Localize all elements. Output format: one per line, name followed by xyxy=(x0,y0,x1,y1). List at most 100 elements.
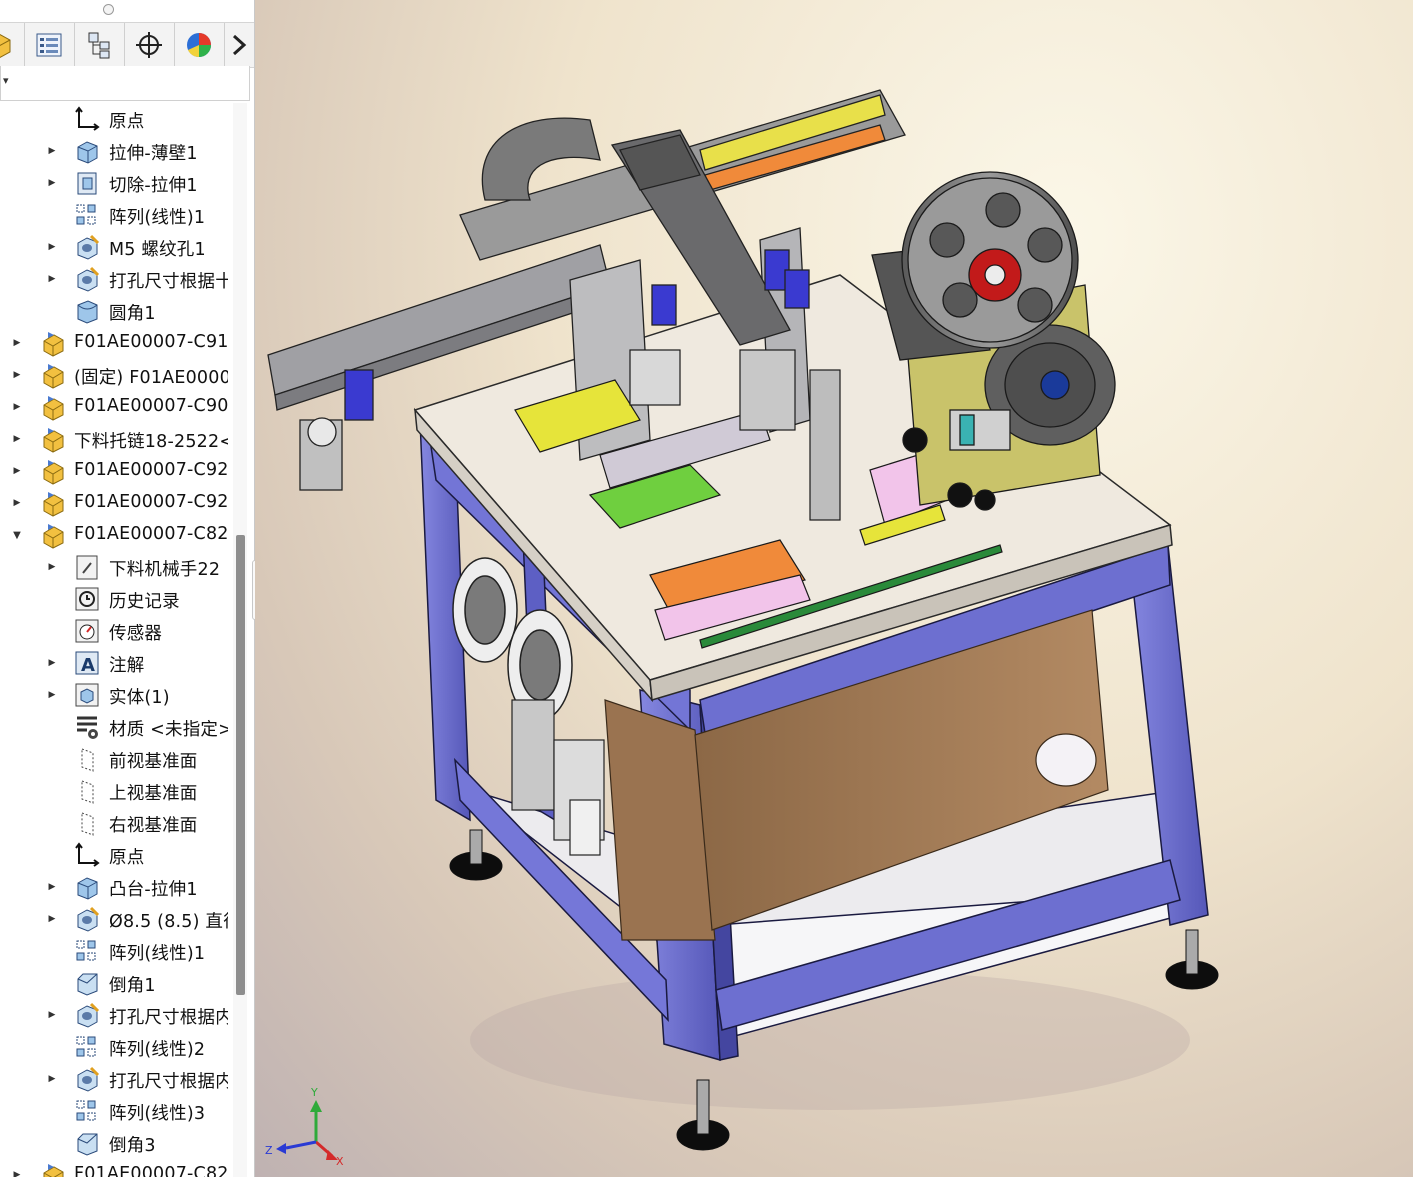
tree-item-label: 历史记录 xyxy=(109,592,180,612)
tree-item-label: F01AE00007-C92 xyxy=(74,460,228,480)
tree-item-label: 下料机械手22 xyxy=(109,560,221,580)
panel-grip-handle[interactable] xyxy=(103,4,114,15)
expand-arrow-icon[interactable]: ▶ xyxy=(45,240,59,254)
tree-item[interactable]: 倒角1 xyxy=(0,967,228,999)
tree-item[interactable]: ▶ A 注解 xyxy=(0,647,228,679)
tree-item[interactable]: ▶ 切除-拉伸1 xyxy=(0,167,228,199)
tree-item[interactable]: ▶ (固定) F01AE0000 xyxy=(0,359,228,391)
expand-arrow-icon[interactable]: ▶ xyxy=(10,336,24,350)
tree-scrollbar-thumb[interactable] xyxy=(236,535,245,995)
x-axis-label: X xyxy=(336,1155,344,1168)
filter-dropdown-icon[interactable]: ▾ xyxy=(3,74,9,87)
plane-icon xyxy=(73,809,101,837)
tree-item[interactable]: ▶ F01AE00007-C90 xyxy=(0,391,228,423)
tree-item[interactable]: ▶ F01AE00007-C91 xyxy=(0,327,228,359)
tree-item-label: 上视基准面 xyxy=(109,784,198,804)
tab-configuration-manager[interactable] xyxy=(74,23,125,67)
hole-wizard-icon xyxy=(73,1065,101,1093)
chevron-right-icon xyxy=(232,34,247,56)
tab-more[interactable] xyxy=(224,23,254,67)
hole-wizard-icon xyxy=(73,1001,101,1029)
tree-item[interactable]: 倒角3 xyxy=(0,1127,228,1159)
tree-item-label: 原点 xyxy=(109,848,145,868)
expand-arrow-icon[interactable]: ▶ xyxy=(10,1168,24,1177)
configuration-icon xyxy=(88,32,110,59)
tree-item-label: F01AE00007-C90 xyxy=(74,396,228,416)
tab-property-manager[interactable] xyxy=(24,23,75,67)
expand-arrow-icon[interactable]: ▶ xyxy=(45,144,59,158)
tree-item[interactable]: ▶ 打孔尺寸根据内 xyxy=(0,1063,228,1095)
tree-item[interactable]: 阵列(线性)3 xyxy=(0,1095,228,1127)
expand-arrow-icon[interactable]: ▶ xyxy=(45,688,59,702)
machine-assembly-model[interactable]: Y X Z xyxy=(255,0,1413,1177)
tree-item[interactable]: ▶ 拉伸-薄壁1 xyxy=(0,135,228,167)
chamfer-icon xyxy=(73,969,101,997)
y-axis-arrow xyxy=(310,1100,322,1112)
expand-arrow-icon[interactable]: ▶ xyxy=(45,176,59,190)
tree-item[interactable]: 材质 <未指定> xyxy=(0,711,228,743)
part-icon xyxy=(38,1161,66,1177)
expand-arrow-icon[interactable]: ▶ xyxy=(45,1072,59,1086)
tree-item[interactable]: ▶ F01AE00007-C82 xyxy=(0,1159,228,1177)
sensor-icon xyxy=(73,617,101,645)
expand-arrow-icon[interactable]: ▶ xyxy=(45,656,59,670)
tree-item[interactable]: 原点 xyxy=(0,839,228,871)
origin-icon xyxy=(73,841,101,869)
tree-item-label: 阵列(线性)1 xyxy=(109,208,206,228)
tree-item[interactable]: ▶ F01AE00007-C92 xyxy=(0,487,228,519)
expand-arrow-icon[interactable]: ▶ xyxy=(10,432,24,446)
feature-tree: 原点 ▶ 拉伸-薄壁1 ▶ 切除-拉伸1 阵列(线性)1 ▶ M5 螺纹孔1 ▶ 打孔尺寸根据十圆… xyxy=(0,103,228,1177)
tree-item[interactable]: ▶ F01AE00007-C92 xyxy=(0,455,228,487)
tree-item-label: F01AE00007-C91 xyxy=(74,332,228,352)
tab-feature-manager[interactable] xyxy=(0,23,25,67)
tree-item[interactable]: 阵列(线性)2 xyxy=(0,1031,228,1063)
tree-item[interactable]: ▶ M5 螺纹孔1 xyxy=(0,231,228,263)
tree-filter-row[interactable]: ▾ xyxy=(0,66,250,101)
tree-item[interactable]: 阵列(线性)1 xyxy=(0,935,228,967)
tree-item[interactable]: ▶ 下料托链18-2522< xyxy=(0,423,228,455)
annotation-icon: A xyxy=(73,649,101,677)
expand-arrow-icon[interactable]: ▶ xyxy=(10,368,24,382)
tree-item[interactable]: 右视基准面 xyxy=(0,807,228,839)
tree-item-label: 右视基准面 xyxy=(109,816,198,836)
expand-arrow-icon[interactable]: ▶ xyxy=(10,464,24,478)
tree-item[interactable]: ▶ 凸台-拉伸1 xyxy=(0,871,228,903)
collapse-arrow-icon[interactable]: ▼ xyxy=(10,528,24,542)
axis-triad: Y X Z xyxy=(265,1086,344,1168)
z-axis-label: Z xyxy=(265,1144,273,1157)
tree-item[interactable]: 圆角1 xyxy=(0,295,228,327)
tree-item[interactable]: 原点 xyxy=(0,103,228,135)
expand-arrow-icon[interactable]: ▶ xyxy=(45,560,59,574)
tab-display-manager[interactable] xyxy=(174,23,225,67)
tree-item[interactable]: ▶ 实体(1) xyxy=(0,679,228,711)
tree-item[interactable]: 历史记录 xyxy=(0,583,228,615)
feature-tree-icon xyxy=(0,33,11,59)
graphics-area[interactable]: Y X Z xyxy=(255,0,1413,1177)
expand-arrow-icon[interactable]: ▶ xyxy=(10,496,24,510)
tree-item[interactable]: ▶ 打孔尺寸根据内 xyxy=(0,999,228,1031)
expand-arrow-icon[interactable]: ▶ xyxy=(45,1008,59,1022)
part-icon xyxy=(38,457,66,485)
tree-item[interactable]: ▼ F01AE00007-C82 xyxy=(0,519,228,551)
hole-wizard-icon xyxy=(73,265,101,293)
tree-item[interactable]: ▶ Ø8.5 (8.5) 直径 xyxy=(0,903,228,935)
tree-item-label: 传感器 xyxy=(109,624,163,644)
extrude-icon xyxy=(73,873,101,901)
tree-item-label: F01AE00007-C92 xyxy=(74,492,228,512)
tree-item[interactable]: 前视基准面 xyxy=(0,743,228,775)
expand-arrow-icon[interactable]: ▶ xyxy=(45,912,59,926)
tree-item-label: 原点 xyxy=(109,112,145,132)
tree-item[interactable]: ▶ 打孔尺寸根据十 xyxy=(0,263,228,295)
expand-arrow-icon[interactable]: ▶ xyxy=(45,880,59,894)
plane-icon xyxy=(73,745,101,773)
plane-icon xyxy=(73,777,101,805)
crosshair-icon xyxy=(136,32,162,58)
expand-arrow-icon[interactable]: ▶ xyxy=(45,272,59,286)
tree-item[interactable]: 传感器 xyxy=(0,615,228,647)
tree-item[interactable]: 上视基准面 xyxy=(0,775,228,807)
tree-item[interactable]: 阵列(线性)1 xyxy=(0,199,228,231)
tab-dimxpert-manager[interactable] xyxy=(124,23,175,67)
tree-item[interactable]: ▶ 下料机械手22 xyxy=(0,551,228,583)
expand-arrow-icon[interactable]: ▶ xyxy=(10,400,24,414)
tree-item-label: F01AE00007-C82 xyxy=(74,524,228,544)
